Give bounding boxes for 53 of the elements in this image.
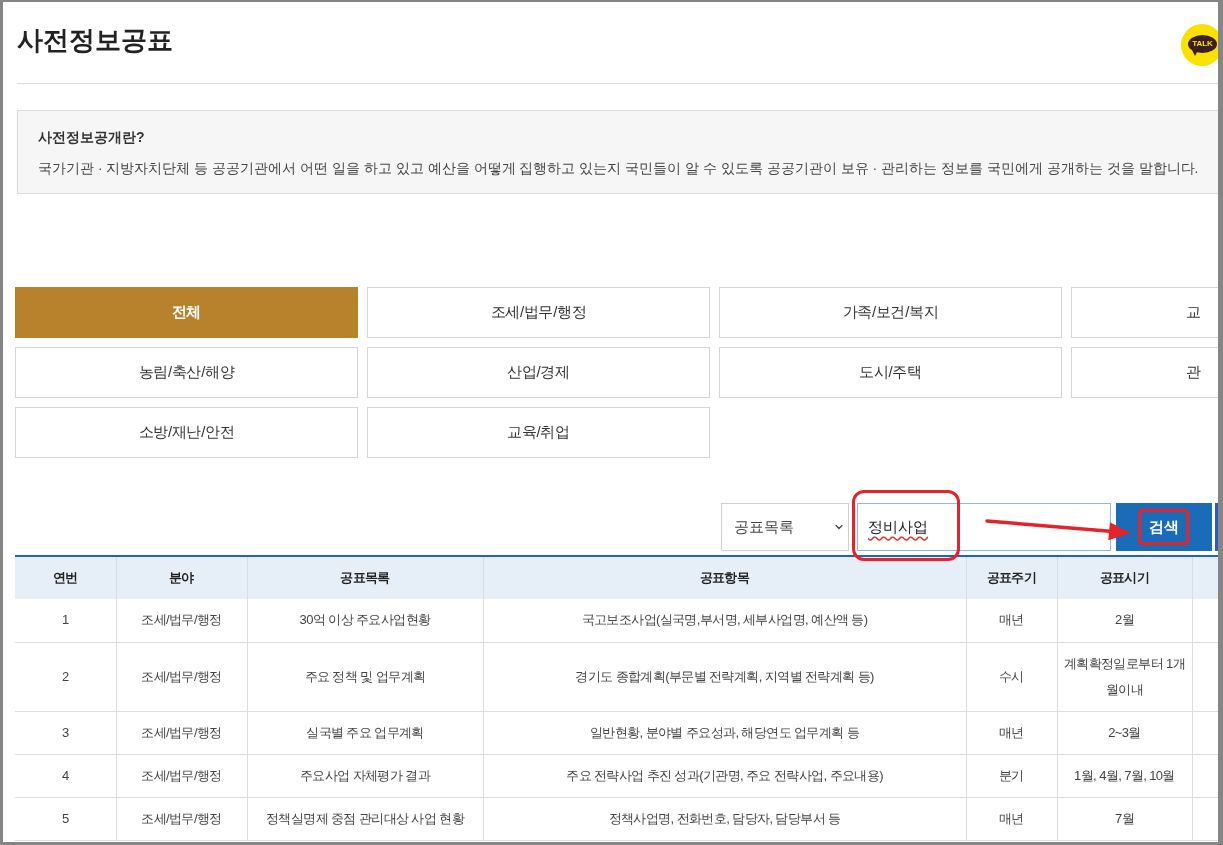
table-cell: 매년: [966, 711, 1057, 754]
table-cell: 4: [15, 754, 116, 797]
column-header: 공표목록: [247, 556, 483, 599]
table-cell: 조세/법무/행정: [116, 642, 247, 711]
table-cell: 경기도 종합계획(부문별 전략계획, 지역별 전략계획 등): [483, 642, 966, 711]
category-tab[interactable]: 가족/보건/복지: [719, 287, 1062, 338]
column-header: 연번: [15, 556, 116, 599]
info-text: 국가기관 · 지방자치단체 등 공공기관에서 어떤 일을 하고 있고 예산을 어떻게 집행하고 있는지 국민들이 알 수 있도록 공공기관이 보유 · 관리하는 정보를 국민에게 공개하는 것을 말합니다.: [38, 159, 1200, 178]
column-header: 공표주기: [966, 556, 1057, 599]
column-header: 공표시기: [1057, 556, 1192, 599]
table-cell: 매년: [966, 797, 1057, 840]
table-cell: 정책사업명, 전화번호, 담당자, 담당부서 등: [483, 797, 966, 840]
column-header: 공표항목: [483, 556, 966, 599]
page-title: 사전정보공표: [17, 24, 173, 57]
chat-link[interactable]: TALK: [1181, 23, 1218, 66]
table-cell: 계획확정일로부터 1개월이내: [1057, 642, 1192, 711]
table-cell: 5: [15, 797, 116, 840]
table-cell: 조세/법무/행정: [116, 797, 247, 840]
table-cell: 7월: [1057, 797, 1192, 840]
category-tab[interactable]: 도시/주택: [719, 347, 1062, 398]
table-cell: 주요 전략사업 추진 성과(기관명, 주요 전략사업, 주요내용): [483, 754, 966, 797]
search-button[interactable]: 검색: [1116, 503, 1212, 551]
cut-off-button[interactable]: [1215, 503, 1218, 551]
table-cell: 주요 정책 및 업무계획: [247, 642, 483, 711]
table-cell: 30억 이상 주요사업현황: [247, 599, 483, 642]
table-cell: 조세/법무/행정: [116, 711, 247, 754]
table-cell: 3: [15, 711, 116, 754]
table-cell: 일반현황, 분야별 주요성과, 해당연도 업무계획 등: [483, 711, 966, 754]
table-cell: 조세/법무/행정: [116, 754, 247, 797]
category-tab[interactable]: 관: [1071, 347, 1218, 398]
table-cell: 수시: [966, 642, 1057, 711]
table-cell: 정책실명제 중점 관리대상 사업 현황: [247, 797, 483, 840]
table-cell: 주요사업 자체평가 결과: [247, 754, 483, 797]
table-cell: 매년: [966, 599, 1057, 642]
table-cell: 2월: [1057, 599, 1192, 642]
table-cell: 1월, 4월, 7월, 10월: [1057, 754, 1192, 797]
category-tab[interactable]: 농림/축산/해양: [15, 347, 358, 398]
table-cell: 2~3월: [1057, 711, 1192, 754]
category-tab[interactable]: 교: [1071, 287, 1218, 338]
scope-select[interactable]: 공표목록: [721, 503, 849, 551]
table-cell: 1: [15, 599, 116, 642]
table-cell: 조세/법무/행정: [116, 599, 247, 642]
category-tab[interactable]: 조세/법무/행정: [367, 287, 710, 338]
table-cell: 2: [15, 642, 116, 711]
category-tab[interactable]: 소방/재난/안전: [15, 407, 358, 458]
category-tab[interactable]: 교육/취업: [367, 407, 710, 458]
info-heading: 사전정보공개란?: [38, 128, 146, 147]
table-cell: 국고보조사업(실국명,부서명, 세부사업명, 예산액 등): [483, 599, 966, 642]
column-header: 분야: [116, 556, 247, 599]
search-field[interactable]: 정비사업: [857, 503, 1111, 551]
table-cell: 분기: [966, 754, 1057, 797]
table-cell: 실국별 주요 업무계획: [247, 711, 483, 754]
category-tab[interactable]: 산업/경제: [367, 347, 710, 398]
